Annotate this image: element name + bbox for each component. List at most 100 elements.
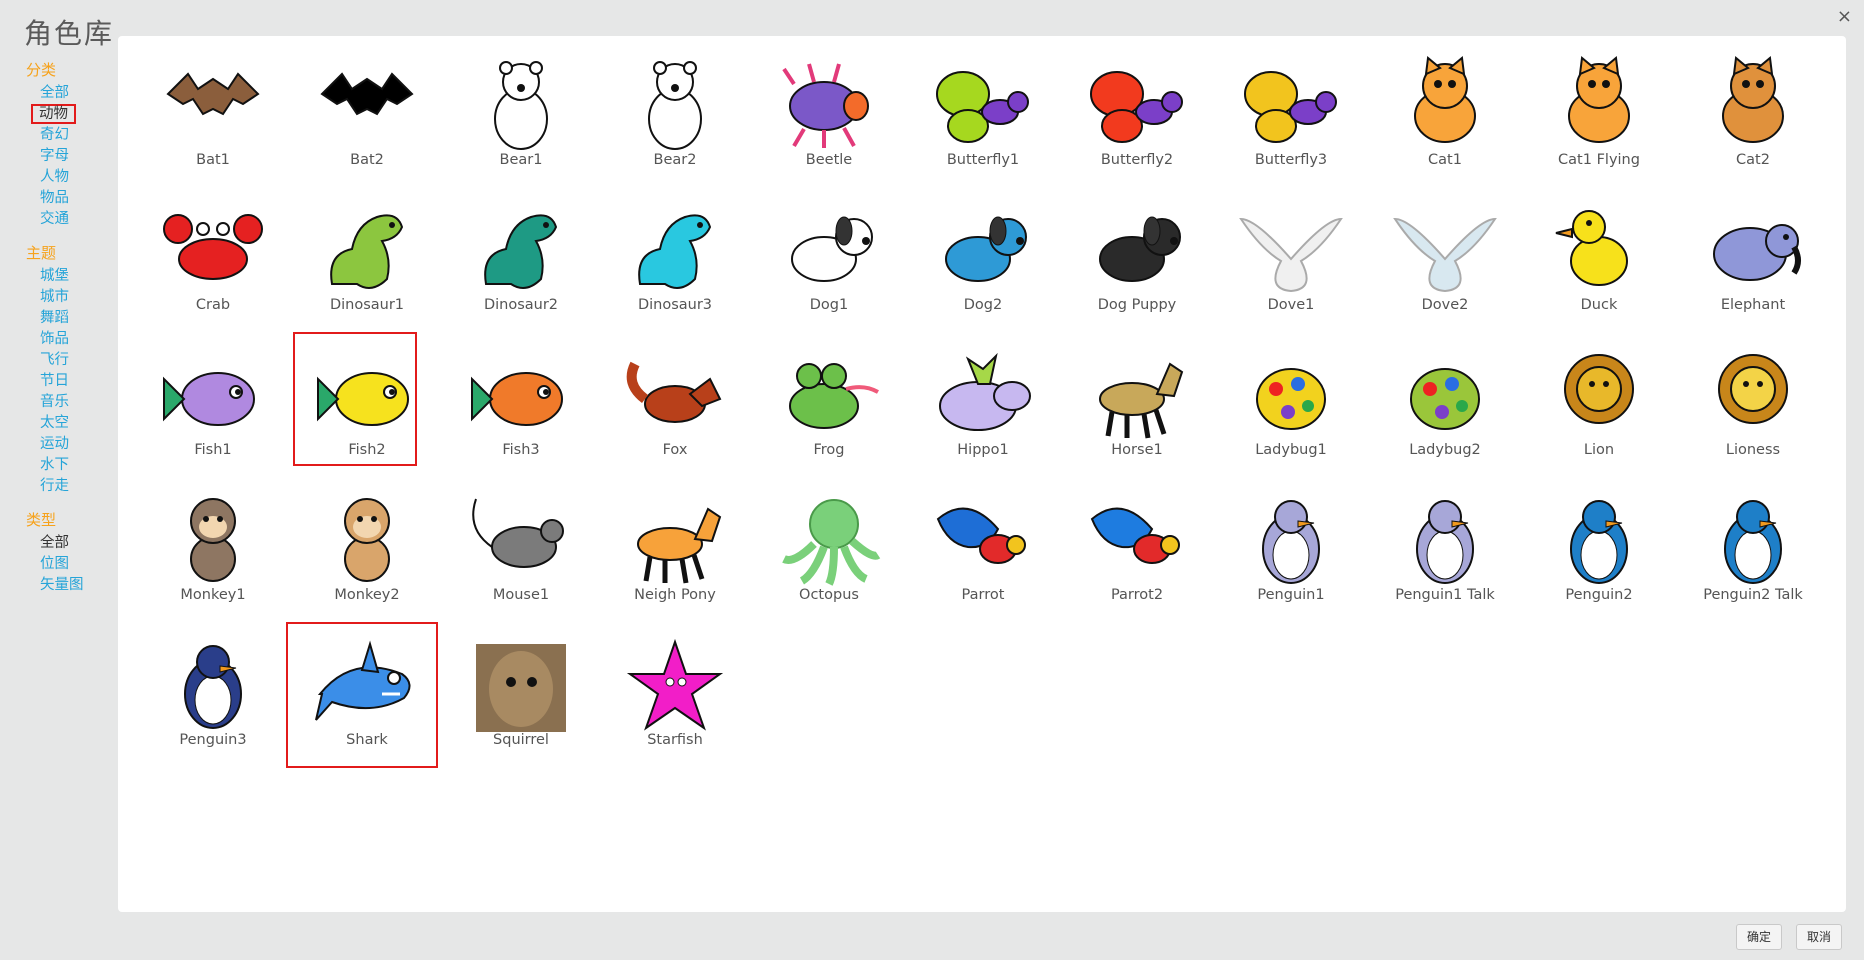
sprite-tile[interactable]: Ladybug1 (1214, 338, 1368, 483)
octopus-icon (773, 489, 885, 589)
sprite-tile[interactable]: Dinosaur3 (598, 193, 752, 338)
close-icon[interactable]: × (1837, 6, 1852, 27)
shark-icon (311, 634, 423, 734)
category-item-4[interactable]: 人物 (40, 167, 69, 187)
fish-icon (465, 344, 577, 444)
theme-item-9[interactable]: 水下 (40, 455, 69, 475)
sprite-tile[interactable]: Cat1 (1368, 48, 1522, 193)
ladybug-icon (1389, 344, 1501, 444)
sprite-tile[interactable]: Shark (286, 622, 444, 773)
sprite-tile[interactable]: Duck (1522, 193, 1676, 338)
sprite-tile[interactable]: Dinosaur1 (290, 193, 444, 338)
category-item-1[interactable]: 动物 (31, 104, 76, 124)
sprite-tile[interactable]: Hippo1 (906, 338, 1060, 483)
sprite-tile[interactable]: Cat1 Flying (1522, 48, 1676, 193)
category-item-2[interactable]: 奇幻 (40, 125, 69, 145)
sprite-tile[interactable]: Penguin2 Talk (1676, 483, 1830, 628)
sprite-grid: Bat1 Bat2 Bear1 Bear2 Beetle Butterfly1 Butter… (136, 48, 1830, 773)
sprite-tile[interactable]: Bear2 (598, 48, 752, 193)
category-item-0[interactable]: 全部 (40, 83, 69, 103)
theme-item-8[interactable]: 运动 (40, 434, 69, 454)
frog-icon (773, 344, 885, 444)
theme-item-5[interactable]: 节日 (40, 371, 69, 391)
butterfly-icon (1235, 54, 1347, 154)
cancel-button[interactable]: 取消 (1796, 924, 1843, 950)
butterfly-icon (1081, 54, 1193, 154)
sprite-tile[interactable]: Butterfly3 (1214, 48, 1368, 193)
sprite-tile[interactable]: Penguin1 Talk (1368, 483, 1522, 628)
bear-icon (465, 54, 577, 154)
ladybug-icon (1235, 344, 1347, 444)
sprite-label: Fish1 (194, 442, 232, 458)
sprite-tile[interactable]: Dog1 (752, 193, 906, 338)
theme-item-1[interactable]: 城市 (40, 287, 69, 307)
sprite-label: Mouse1 (492, 587, 550, 603)
ok-button[interactable]: 确定 (1736, 924, 1783, 950)
theme-item-7[interactable]: 太空 (40, 413, 69, 433)
sprite-label: Shark (346, 732, 388, 748)
sprite-tile[interactable]: Butterfly1 (906, 48, 1060, 193)
type-item-0[interactable]: 全部 (40, 533, 69, 553)
sprite-tile[interactable]: Penguin3 (136, 628, 290, 773)
sprite-tile[interactable]: Horse1 (1060, 338, 1214, 483)
sprite-tile[interactable]: Dinosaur2 (444, 193, 598, 338)
sprite-label: Penguin1 (1257, 587, 1325, 603)
theme-item-4[interactable]: 飞行 (40, 350, 69, 370)
sprite-tile[interactable]: Neigh Pony (598, 483, 752, 628)
sprite-label: Dove2 (1421, 297, 1469, 313)
sprite-tile[interactable]: Parrot (906, 483, 1060, 628)
dog-icon (773, 199, 885, 299)
sprite-tile[interactable]: Elephant (1676, 193, 1830, 338)
cat-icon (1543, 54, 1655, 154)
sprite-tile[interactable]: Fish1 (136, 338, 290, 483)
theme-item-2[interactable]: 舞蹈 (40, 308, 69, 328)
penguin-icon (1697, 489, 1809, 589)
sprite-tile[interactable]: Monkey2 (290, 483, 444, 628)
sprite-tile[interactable]: Crab (136, 193, 290, 338)
sprite-label: Monkey1 (180, 587, 246, 603)
sprite-tile[interactable]: Fish3 (444, 338, 598, 483)
sprite-tile[interactable]: Bat1 (136, 48, 290, 193)
sprite-tile[interactable]: Beetle (752, 48, 906, 193)
sprite-tile[interactable]: Fish2 (290, 332, 444, 483)
sprite-tile[interactable]: Mouse1 (444, 483, 598, 628)
sprite-label: Elephant (1720, 297, 1786, 313)
sprite-label: Squirrel (493, 732, 549, 748)
sprite-tile[interactable]: Bear1 (444, 48, 598, 193)
sprite-tile[interactable]: Penguin2 (1522, 483, 1676, 628)
theme-item-0[interactable]: 城堡 (40, 266, 69, 286)
type-item-2[interactable]: 矢量图 (40, 575, 84, 595)
type-item-1[interactable]: 位图 (40, 554, 69, 574)
sprite-library-panel: Bat1 Bat2 Bear1 Bear2 Beetle Butterfly1 Butter… (118, 36, 1846, 912)
sprite-tile[interactable]: Parrot2 (1060, 483, 1214, 628)
category-item-3[interactable]: 字母 (40, 146, 69, 166)
category-item-5[interactable]: 物品 (40, 188, 69, 208)
sprite-tile[interactable]: Lioness (1676, 338, 1830, 483)
sprite-label: Dinosaur1 (329, 297, 405, 313)
sprite-tile[interactable]: Bat2 (290, 48, 444, 193)
sprite-tile[interactable]: Dog2 (906, 193, 1060, 338)
sprite-tile[interactable]: Dove2 (1368, 193, 1522, 338)
sprite-tile[interactable]: Fox (598, 338, 752, 483)
theme-item-6[interactable]: 音乐 (40, 392, 69, 412)
sprite-tile[interactable]: Penguin1 (1214, 483, 1368, 628)
sprite-tile[interactable]: Frog (752, 338, 906, 483)
sprite-tile[interactable]: Dove1 (1214, 193, 1368, 338)
sprite-tile[interactable]: Lion (1522, 338, 1676, 483)
sprite-label: Parrot2 (1110, 587, 1164, 603)
sprite-tile[interactable]: Ladybug2 (1368, 338, 1522, 483)
sprite-tile[interactable]: Octopus (752, 483, 906, 628)
category-item-6[interactable]: 交通 (40, 209, 69, 229)
sprite-tile[interactable]: Starfish (598, 628, 752, 773)
sprite-tile[interactable]: Cat2 (1676, 48, 1830, 193)
theme-item-3[interactable]: 饰品 (40, 329, 69, 349)
sprite-tile[interactable]: Monkey1 (136, 483, 290, 628)
dinosaur-icon (619, 199, 731, 299)
theme-item-10[interactable]: 行走 (40, 476, 69, 496)
sprite-tile[interactable]: Butterfly2 (1060, 48, 1214, 193)
sprite-tile[interactable]: Dog Puppy (1060, 193, 1214, 338)
sprite-label: Penguin3 (179, 732, 247, 748)
sprite-label: Bat1 (196, 152, 230, 168)
sprite-tile[interactable]: Squirrel (444, 628, 598, 773)
penguin-icon (1389, 489, 1501, 589)
